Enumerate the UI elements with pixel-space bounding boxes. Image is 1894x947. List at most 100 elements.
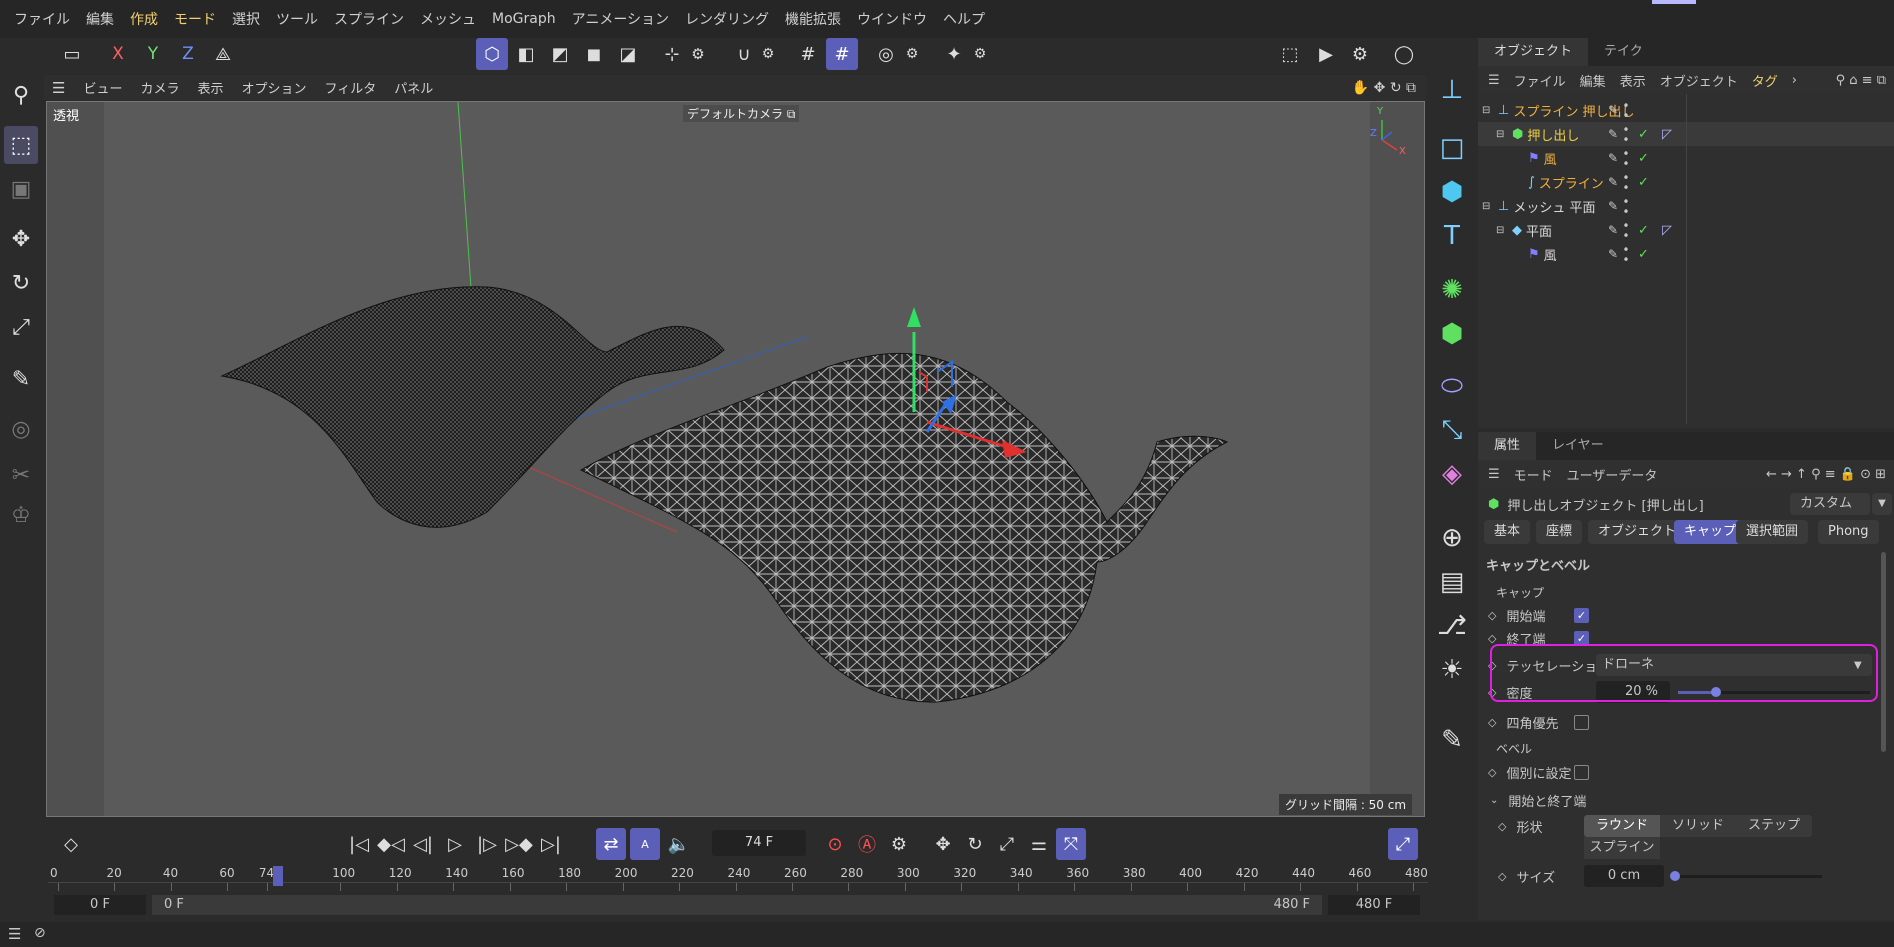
enabled-check-icon[interactable]: ✓ <box>1638 127 1649 142</box>
subtab-basic[interactable]: 基本 <box>1484 520 1531 544</box>
polygons-mode-icon[interactable]: ◼ <box>578 38 610 70</box>
symmetry-settings-icon[interactable]: ⚙ <box>964 38 996 70</box>
edit-flag-icon[interactable]: ✎ <box>1608 151 1618 165</box>
magnet-settings-icon[interactable]: ⚙ <box>752 38 784 70</box>
tab-takes[interactable]: テイク <box>1588 38 1659 66</box>
start-cap-checkbox[interactable]: ✓ <box>1574 607 1589 623</box>
solo-settings-icon[interactable]: ⚙ <box>896 38 928 70</box>
attr-nav-icons[interactable]: ← → ↑ ⚲ ≡ 🔒 ⊙ ⊞ <box>1766 467 1886 482</box>
visibility-dots-icon[interactable]: ⦁ ⦁ <box>1624 196 1628 216</box>
menu-help[interactable]: ヘルプ <box>935 9 993 29</box>
cube-icon[interactable]: ⬢ <box>1432 172 1472 212</box>
viewport-menu-display[interactable]: 表示 <box>197 78 223 97</box>
menu-window[interactable]: ウインドウ <box>849 9 935 29</box>
camera-label[interactable]: デフォルトカメラ ⧉ <box>683 105 800 122</box>
viewport-menu-icon[interactable]: ☰ <box>52 79 65 97</box>
collapse-icon[interactable]: ⊟ <box>1496 225 1508 236</box>
shape-solid-button[interactable]: ソリッド <box>1660 815 1736 837</box>
keyframe-diamond-icon[interactable]: ◇ <box>1488 632 1496 645</box>
enabled-check-icon[interactable]: ✓ <box>1638 175 1649 190</box>
keyframe-diamond-icon[interactable]: ◇ <box>1498 870 1506 883</box>
om-menu-view[interactable]: 表示 <box>1620 71 1646 90</box>
gizmo-y-arrow[interactable] <box>907 307 921 327</box>
viewport-menu-filter[interactable]: フィルタ <box>325 78 377 97</box>
timeline-expand-icon[interactable]: ⤢ <box>1388 828 1418 860</box>
lock-y-button[interactable]: Y <box>137 38 169 70</box>
menu-animation[interactable]: アニメーション <box>564 9 677 29</box>
visibility-dots-icon[interactable]: ⦁ ⦁ <box>1624 172 1628 192</box>
redshift-icon[interactable]: ◯ <box>1388 38 1420 70</box>
enabled-check-icon[interactable]: ✓ <box>1638 223 1649 238</box>
floor-icon[interactable]: ▤ <box>1432 562 1472 602</box>
tag-icon[interactable]: ◸ <box>1662 223 1672 238</box>
size-slider-knob[interactable] <box>1670 871 1680 881</box>
enabled-check-icon[interactable]: ✓ <box>1638 247 1649 262</box>
edit-flag-icon[interactable]: ✎ <box>1608 247 1618 261</box>
visibility-dots-icon[interactable]: ⦁ ⦁ <box>1624 100 1628 120</box>
chevron-down-icon[interactable]: ▼ <box>1872 493 1892 515</box>
auto-record-icon[interactable]: Ⓐ <box>852 828 882 860</box>
start-frame-field-left[interactable]: 0 F <box>54 895 146 915</box>
render-view-icon[interactable]: ▶ <box>1310 38 1342 70</box>
next-key-icon[interactable]: ▷◆ <box>504 828 534 860</box>
end-frame-field-right[interactable]: 480 F <box>1328 895 1420 915</box>
menu-mode[interactable]: モード <box>166 9 224 29</box>
status-check-icon[interactable]: ⊘ <box>34 925 46 941</box>
menu-mesh[interactable]: メッシュ <box>412 9 484 29</box>
lock-x-button[interactable]: X <box>102 38 134 70</box>
prev-frame-icon[interactable]: ◁| <box>408 828 438 860</box>
knife-icon[interactable]: ✂ <box>4 456 38 494</box>
snap-icon[interactable]: # <box>826 38 858 70</box>
om-menu-more-icon[interactable]: › <box>1792 73 1797 88</box>
select-tool-icon[interactable]: ⬚ <box>4 126 38 164</box>
om-menu-file[interactable]: ファイル <box>1514 71 1566 90</box>
lock-z-button[interactable]: Z <box>172 38 204 70</box>
current-frame-field[interactable]: 74 F <box>712 830 806 856</box>
pen-tool-icon[interactable]: ✎ <box>4 360 38 398</box>
spline-rectangle-icon[interactable]: □ <box>1432 128 1472 168</box>
edit-flag-icon[interactable]: ✎ <box>1608 223 1618 237</box>
key-position-icon[interactable]: ✥ <box>928 828 958 860</box>
key-param-icon[interactable]: ⚌ <box>1024 828 1054 860</box>
om-menu-icon[interactable]: ☰ <box>1488 73 1500 88</box>
key-scale-icon[interactable]: ⤢ <box>992 828 1022 860</box>
key-pla-icon[interactable]: ⤧ <box>1056 828 1086 860</box>
generator-cube-icon[interactable]: ⬢ <box>1432 314 1472 354</box>
scale-tool-icon[interactable]: ⤢ <box>4 308 38 346</box>
visibility-dots-icon[interactable]: ⦁ ⦁ <box>1624 244 1628 264</box>
shape-spline-button[interactable]: スプライン <box>1584 837 1660 859</box>
om-menu-edit[interactable]: 編集 <box>1580 71 1606 90</box>
collapse-icon[interactable]: ⊟ <box>1496 129 1508 140</box>
range-slider[interactable]: 0 F 480 F <box>152 895 1322 915</box>
size-slider-track[interactable] <box>1672 874 1822 878</box>
viewport-menu-panel[interactable]: パネル <box>394 78 433 97</box>
subtab-object[interactable]: オブジェクト <box>1588 520 1687 544</box>
attr-menu-userdata[interactable]: ユーザーデータ <box>1567 465 1658 484</box>
subtab-phong[interactable]: Phong <box>1818 520 1879 544</box>
keyframe-diamond-icon[interactable]: ◇ <box>1488 716 1496 729</box>
viewport-menu-camera[interactable]: カメラ <box>140 78 179 97</box>
menu-edit[interactable]: 編集 <box>78 9 122 29</box>
viewport-nav-icons[interactable]: ✋ ✥ ↻ ⧉ <box>1352 80 1416 96</box>
uv-mode-icon[interactable]: ◪ <box>612 38 644 70</box>
record-settings-icon[interactable]: ⚙ <box>884 828 914 860</box>
enabled-check-icon[interactable]: ✓ <box>1638 151 1649 166</box>
move-tool-icon[interactable]: ✥ <box>4 220 38 258</box>
size-input[interactable]: 0 cm <box>1584 865 1664 887</box>
mesh-plane-surface[interactable] <box>579 352 1229 703</box>
auto-key-icon[interactable]: A <box>630 828 660 860</box>
goto-start-icon[interactable]: |◁ <box>344 828 374 860</box>
edit-flag-icon[interactable]: ✎ <box>1608 103 1618 117</box>
menu-mograph[interactable]: MoGraph <box>484 11 564 27</box>
play-icon[interactable]: ▷ <box>440 828 470 860</box>
menu-tools[interactable]: ツール <box>268 9 326 29</box>
render-settings-icon[interactable]: ⚙ <box>1344 38 1376 70</box>
playhead[interactable] <box>273 866 283 886</box>
menu-file[interactable]: ファイル <box>6 9 78 29</box>
mograph-cloner-icon[interactable]: ✺ <box>1432 270 1472 310</box>
viewport-menu-options[interactable]: オプション <box>242 78 307 97</box>
custom-dropdown[interactable]: カスタム <box>1790 493 1870 515</box>
attr-menu-mode[interactable]: モード <box>1514 465 1553 484</box>
record-icon[interactable]: ⊙ <box>820 828 850 860</box>
subtab-selection[interactable]: 選択範囲 <box>1736 520 1809 544</box>
